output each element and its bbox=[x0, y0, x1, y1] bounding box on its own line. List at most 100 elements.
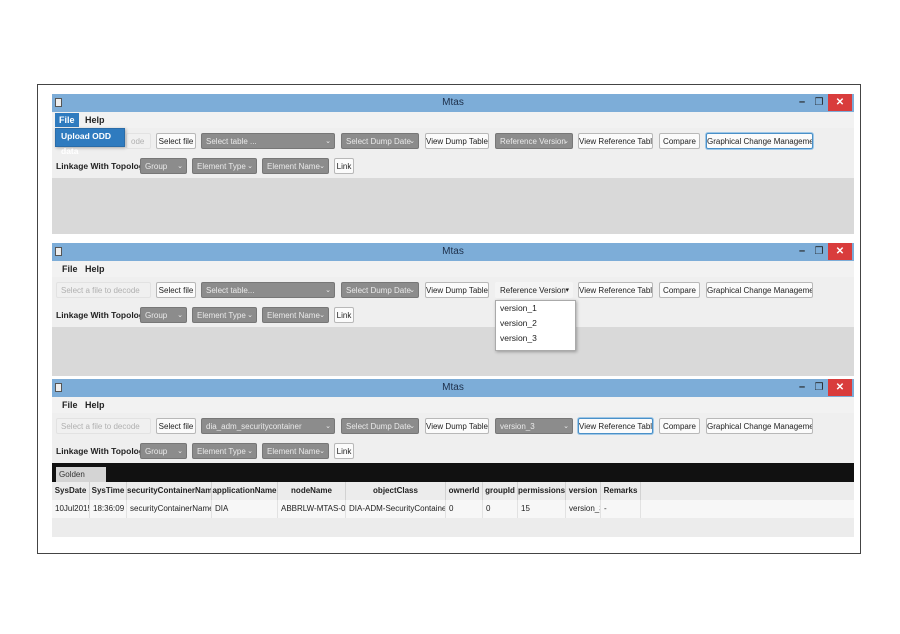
file-path-input[interactable]: ode bbox=[126, 133, 151, 149]
maximize-icon[interactable]: ❐ bbox=[812, 95, 826, 110]
select-file-button[interactable]: Select file bbox=[156, 282, 196, 298]
select-table-value: Select table ... bbox=[206, 137, 257, 146]
menu-bar: File Help bbox=[52, 261, 854, 278]
file-path-input[interactable]: Select a file to decode bbox=[56, 418, 151, 434]
close-icon[interactable]: ✕ bbox=[828, 379, 852, 396]
table-row[interactable]: 10Jul2015 18:36:09 securityContainerName… bbox=[52, 500, 854, 518]
version-option[interactable]: version_3 bbox=[496, 331, 575, 346]
window-title: Mtas bbox=[442, 246, 464, 257]
table-cell: 0 bbox=[483, 500, 518, 518]
view-reference-table-button[interactable]: View Reference Table bbox=[578, 418, 653, 434]
menu-help[interactable]: Help bbox=[81, 262, 109, 276]
close-icon[interactable]: ✕ bbox=[828, 94, 852, 111]
minimize-icon[interactable]: – bbox=[795, 95, 809, 110]
title-bar[interactable]: Mtas – ❐ ✕ bbox=[52, 243, 854, 261]
column-header[interactable]: nodeName bbox=[278, 482, 346, 500]
table-row-empty bbox=[52, 518, 854, 537]
view-dump-table-button[interactable]: View Dump Table bbox=[425, 133, 489, 149]
link-button[interactable]: Link bbox=[334, 307, 354, 323]
chevron-down-icon: ⌄ bbox=[325, 138, 331, 145]
column-header[interactable]: Remarks bbox=[601, 482, 641, 500]
select-table-dropdown[interactable]: Select table ... ⌄ bbox=[201, 133, 335, 149]
element-name-value: Element Name bbox=[267, 311, 320, 320]
view-reference-table-button[interactable]: View Reference Table bbox=[578, 133, 653, 149]
column-header[interactable]: applicationName bbox=[212, 482, 278, 500]
table-header: SysDate SysTime securityContainerName ap… bbox=[52, 482, 854, 500]
link-button[interactable]: Link bbox=[334, 158, 354, 174]
select-dump-date-dropdown[interactable]: Select Dump Date ⌄ bbox=[341, 133, 419, 149]
version-option[interactable]: version_2 bbox=[496, 316, 575, 331]
reference-version-dropdown[interactable]: Reference Version ⌄ bbox=[495, 133, 573, 149]
column-header[interactable]: groupId bbox=[483, 482, 518, 500]
group-value: Group bbox=[145, 311, 168, 320]
column-header[interactable]: SysDate bbox=[52, 482, 90, 500]
column-header[interactable]: ownerId bbox=[446, 482, 483, 500]
menu-help[interactable]: Help bbox=[81, 113, 109, 127]
column-header[interactable]: SysTime bbox=[90, 482, 127, 500]
element-name-dropdown[interactable]: Element Name ⌄ bbox=[262, 443, 329, 459]
graphical-change-management-button[interactable]: Graphical Change Management bbox=[706, 282, 813, 298]
chevron-down-icon: ⌄ bbox=[177, 312, 183, 319]
table-cell: securityContainerName bbox=[127, 500, 212, 518]
reference-version-value: version_3 bbox=[500, 422, 535, 431]
menu-file[interactable]: File bbox=[58, 262, 82, 276]
chevron-down-icon: ⌄ bbox=[177, 448, 183, 455]
title-bar[interactable]: Mtas – ❐ ✕ bbox=[52, 94, 854, 112]
toolbar: ode Select file Select table ... ⌄ Select… bbox=[52, 128, 854, 155]
maximize-icon[interactable]: ❐ bbox=[812, 244, 826, 259]
compare-button[interactable]: Compare bbox=[659, 133, 700, 149]
version-option[interactable]: version_1 bbox=[496, 301, 575, 316]
chevron-down-icon: ⌄ bbox=[247, 312, 253, 319]
element-type-dropdown[interactable]: Element Type ⌄ bbox=[192, 307, 257, 323]
element-type-dropdown[interactable]: Element Type ⌄ bbox=[192, 158, 257, 174]
link-button[interactable]: Link bbox=[334, 443, 354, 459]
tab-golden-values[interactable]: Golden Values × bbox=[56, 467, 106, 494]
compare-button[interactable]: Compare bbox=[659, 282, 700, 298]
column-header[interactable]: securityContainerName bbox=[127, 482, 212, 500]
table-cell: - bbox=[601, 500, 641, 518]
file-path-input[interactable]: Select a file to decode bbox=[56, 282, 151, 298]
column-header[interactable]: objectClass bbox=[346, 482, 446, 500]
group-dropdown[interactable]: Group ⌄ bbox=[140, 443, 187, 459]
select-table-dropdown[interactable]: Select table... ⌄ bbox=[201, 282, 335, 298]
linkage-bar: Linkage With Topology Group ⌄ Element Typ… bbox=[52, 154, 854, 178]
minimize-icon[interactable]: – bbox=[795, 244, 809, 259]
version-dropdown-list: version_1 version_2 version_3 bbox=[495, 300, 576, 351]
table-cell: ABBRLW-MTAS-01 bbox=[278, 500, 346, 518]
view-dump-table-button[interactable]: View Dump Table bbox=[425, 282, 489, 298]
graphical-change-management-button[interactable]: Graphical Change Management bbox=[706, 418, 813, 434]
reference-version-value: Reference Version bbox=[500, 286, 566, 295]
title-bar[interactable]: Mtas – ❐ ✕ bbox=[52, 379, 854, 397]
upload-odd-data-menu-item[interactable]: Upload ODD data bbox=[56, 129, 124, 156]
group-dropdown[interactable]: Group ⌄ bbox=[140, 307, 187, 323]
compare-button[interactable]: Compare bbox=[659, 418, 700, 434]
select-file-button[interactable]: Select file bbox=[156, 418, 196, 434]
group-dropdown[interactable]: Group ⌄ bbox=[140, 158, 187, 174]
element-name-dropdown[interactable]: Element Name ⌄ bbox=[262, 307, 329, 323]
select-dump-date-dropdown[interactable]: Select Dump Date ⌄ bbox=[341, 418, 419, 434]
table-cell: 18:36:09 bbox=[90, 500, 127, 518]
select-dump-date-dropdown[interactable]: Select Dump Date ⌄ bbox=[341, 282, 419, 298]
element-name-dropdown[interactable]: Element Name ⌄ bbox=[262, 158, 329, 174]
reference-version-dropdown[interactable]: version_3 ⌄ bbox=[495, 418, 573, 434]
column-header[interactable]: version bbox=[566, 482, 601, 500]
menu-file[interactable]: File bbox=[58, 398, 82, 412]
graphical-change-management-button[interactable]: Graphical Change Management bbox=[706, 133, 813, 149]
element-type-dropdown[interactable]: Element Type ⌄ bbox=[192, 443, 257, 459]
minimize-icon[interactable]: – bbox=[795, 380, 809, 395]
view-reference-table-button[interactable]: View Reference Table bbox=[578, 282, 653, 298]
maximize-icon[interactable]: ❐ bbox=[812, 380, 826, 395]
table-cell: version_3 bbox=[566, 500, 601, 518]
reference-version-dropdown[interactable]: Reference Version ▾ bbox=[495, 282, 573, 298]
chevron-down-icon: ▾ bbox=[565, 287, 569, 294]
menu-file[interactable]: File bbox=[55, 113, 79, 127]
menu-help[interactable]: Help bbox=[81, 398, 109, 412]
linkage-bar: Linkage With Topology Group ⌄ Element Typ… bbox=[52, 439, 854, 463]
column-header[interactable]: permissions bbox=[518, 482, 566, 500]
dump-date-value: Select Dump Date bbox=[346, 286, 411, 295]
close-icon[interactable]: ✕ bbox=[828, 243, 852, 260]
select-file-button[interactable]: Select file bbox=[156, 133, 196, 149]
view-dump-table-button[interactable]: View Dump Table bbox=[425, 418, 489, 434]
linkage-label: Linkage With Topology bbox=[56, 446, 149, 456]
select-table-dropdown[interactable]: dia_adm_securitycontainer ⌄ bbox=[201, 418, 335, 434]
